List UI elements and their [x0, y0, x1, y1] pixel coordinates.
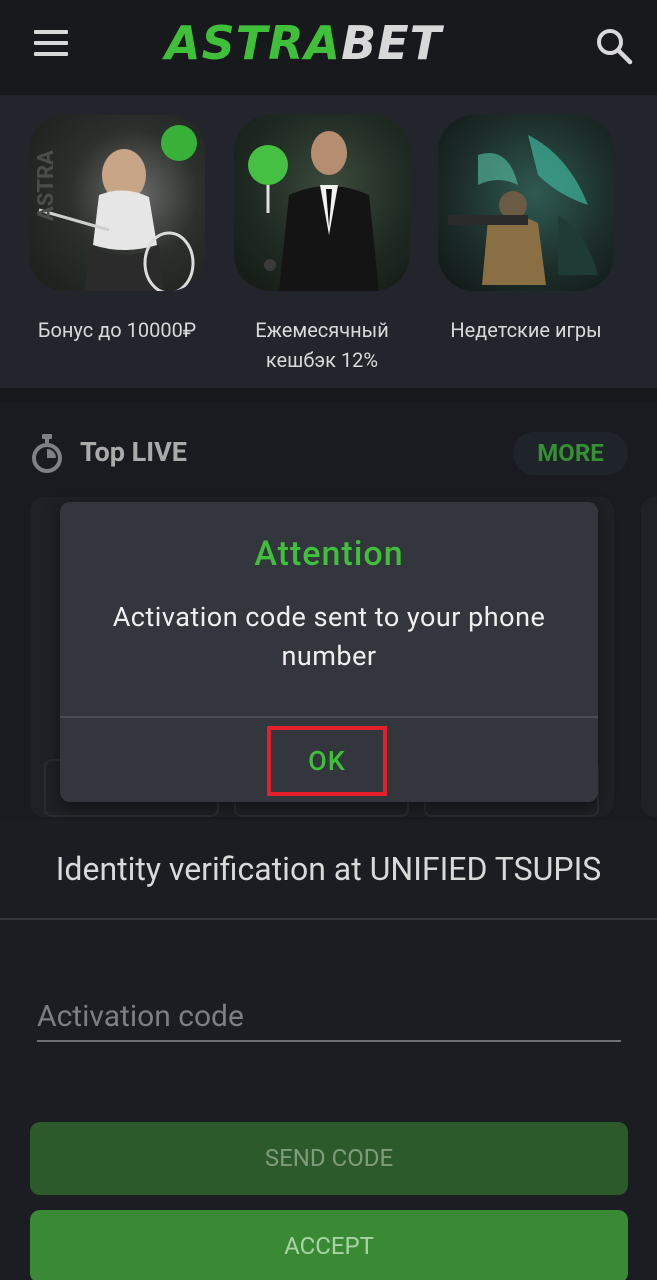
verification-panel: Identity verification at UNIFIED TSUPIS … — [0, 820, 657, 1280]
logo[interactable]: ASTRABET — [165, 12, 495, 74]
svg-text:ASTRA: ASTRA — [34, 150, 59, 221]
dialog-divider — [60, 716, 598, 718]
promo-caption: Недетские игры — [450, 318, 602, 342]
promo-image-tennis: ASTRA — [29, 115, 205, 291]
dialog-message: Activation code sent to your phone numbe… — [112, 601, 546, 672]
ok-button[interactable]: OK — [267, 726, 387, 796]
promo-item-games[interactable]: Недетские игры — [436, 115, 616, 345]
promo-caption: Бонус до 10000₽ — [37, 318, 197, 342]
promo-image-man-in-suit — [234, 115, 410, 291]
promo-item-bonus[interactable]: ASTRA Бонус до 10000₽ — [27, 115, 207, 345]
app-header: ASTRABET — [0, 0, 657, 95]
attention-dialog: Attention Activation code sent to your p… — [60, 502, 598, 802]
dialog-title: Attention — [254, 534, 404, 574]
logo-part-astra: ASTRA — [165, 16, 342, 70]
app-screen: ASTRABET ASTRA Бонус до 10000₽ Ежемесячн… — [0, 0, 657, 1280]
search-icon[interactable] — [594, 26, 634, 66]
activation-code-input[interactable] — [37, 992, 621, 1042]
promo-item-cashback[interactable]: Ежемесячный кешбэк 12% — [232, 115, 412, 375]
promo-caption: Ежемесячный кешбэк 12% — [255, 318, 389, 372]
promo-image-soldiers — [438, 115, 614, 291]
hamburger-menu-icon[interactable] — [34, 30, 68, 56]
section-divider — [0, 388, 657, 402]
promo-carousel: ASTRA Бонус до 10000₽ Ежемесячный кешбэк… — [0, 95, 657, 388]
verification-title: Identity verification at UNIFIED TSUPIS — [55, 850, 602, 888]
accept-button[interactable]: ACCEPT — [30, 1210, 628, 1280]
logo-part-bet: BET — [341, 16, 443, 70]
verification-divider — [0, 918, 657, 920]
send-code-button[interactable]: SEND CODE — [30, 1122, 628, 1195]
